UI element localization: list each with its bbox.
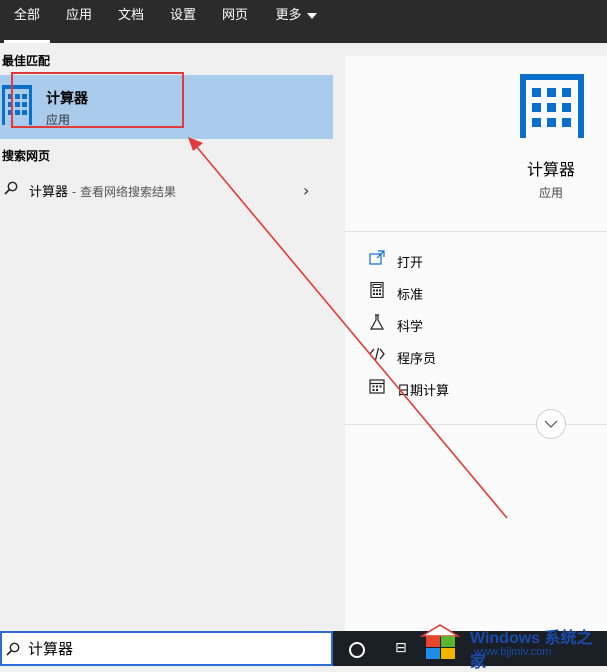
- action-scientific-label: 科学: [397, 320, 424, 335]
- open-icon: [369, 250, 385, 265]
- tab-more-label: 更多: [275, 8, 302, 23]
- tab-web[interactable]: 网页: [212, 0, 258, 40]
- web-search-heading: 搜索网页: [2, 149, 51, 163]
- tab-settings-label: 设置: [169, 8, 196, 23]
- search-scope-tabs: 全部 应用 文档 设置 网页 更多: [0, 0, 607, 43]
- action-open-label: 打开: [397, 256, 424, 271]
- tab-documents[interactable]: 文档: [108, 0, 154, 40]
- calculator-large-icon: [520, 74, 584, 138]
- search-icon: [6, 642, 20, 656]
- best-match-heading: 最佳匹配: [2, 54, 51, 68]
- watermark-url: www.bjjmlv.com: [474, 646, 552, 658]
- action-programmer-label: 程序员: [397, 352, 437, 367]
- tab-all-label: 全部: [13, 8, 40, 23]
- tab-settings[interactable]: 设置: [160, 0, 206, 40]
- flask-icon: [369, 314, 385, 330]
- windows-logo-icon: [419, 624, 461, 659]
- action-standard-label: 标准: [397, 288, 424, 303]
- tab-apps[interactable]: 应用: [56, 0, 102, 40]
- tab-web-label: 网页: [221, 8, 248, 23]
- annotation-highlight-box: [11, 72, 184, 128]
- app-type: 应用: [538, 186, 563, 200]
- divider: [345, 424, 607, 425]
- calculator-standard-icon: [370, 282, 384, 298]
- web-search-query: 计算器 - 查看网络搜索结果: [29, 181, 176, 200]
- code-icon: [369, 347, 385, 361]
- action-date-calculation-label: 日期计算: [397, 384, 450, 399]
- tab-apps-label: 应用: [65, 8, 92, 23]
- search-input[interactable]: [28, 636, 308, 660]
- chevron-down-icon: [544, 420, 558, 428]
- expand-button[interactable]: [536, 409, 566, 439]
- watermark-brand-en: Windows: [470, 630, 541, 647]
- tab-more[interactable]: 更多: [266, 0, 326, 40]
- web-query-suffix: - 查看网络搜索结果: [68, 185, 176, 199]
- task-view-icon[interactable]: ⊟: [395, 640, 407, 656]
- tab-documents-label: 文档: [117, 8, 144, 23]
- divider: [345, 231, 607, 232]
- app-detail-pane: 计算器 应用 打开 标准 科学 程序员 日期计算: [345, 56, 607, 631]
- app-title: 计算器: [526, 160, 575, 179]
- search-icon: [4, 181, 18, 195]
- chevron-down-icon: [306, 12, 317, 19]
- calendar-icon: [369, 379, 385, 394]
- chevron-right-icon[interactable]: ›: [303, 181, 309, 200]
- web-search-result[interactable]: 计算器 - 查看网络搜索结果 ›: [0, 173, 333, 203]
- cortana-icon[interactable]: [349, 642, 365, 658]
- tab-all[interactable]: 全部: [4, 0, 50, 43]
- web-query-text: 计算器: [29, 185, 69, 200]
- results-pane: 最佳匹配 计算器 应用 搜索网页 计算器 - 查看网络搜索结果 ›: [0, 43, 333, 631]
- search-box[interactable]: [0, 631, 333, 666]
